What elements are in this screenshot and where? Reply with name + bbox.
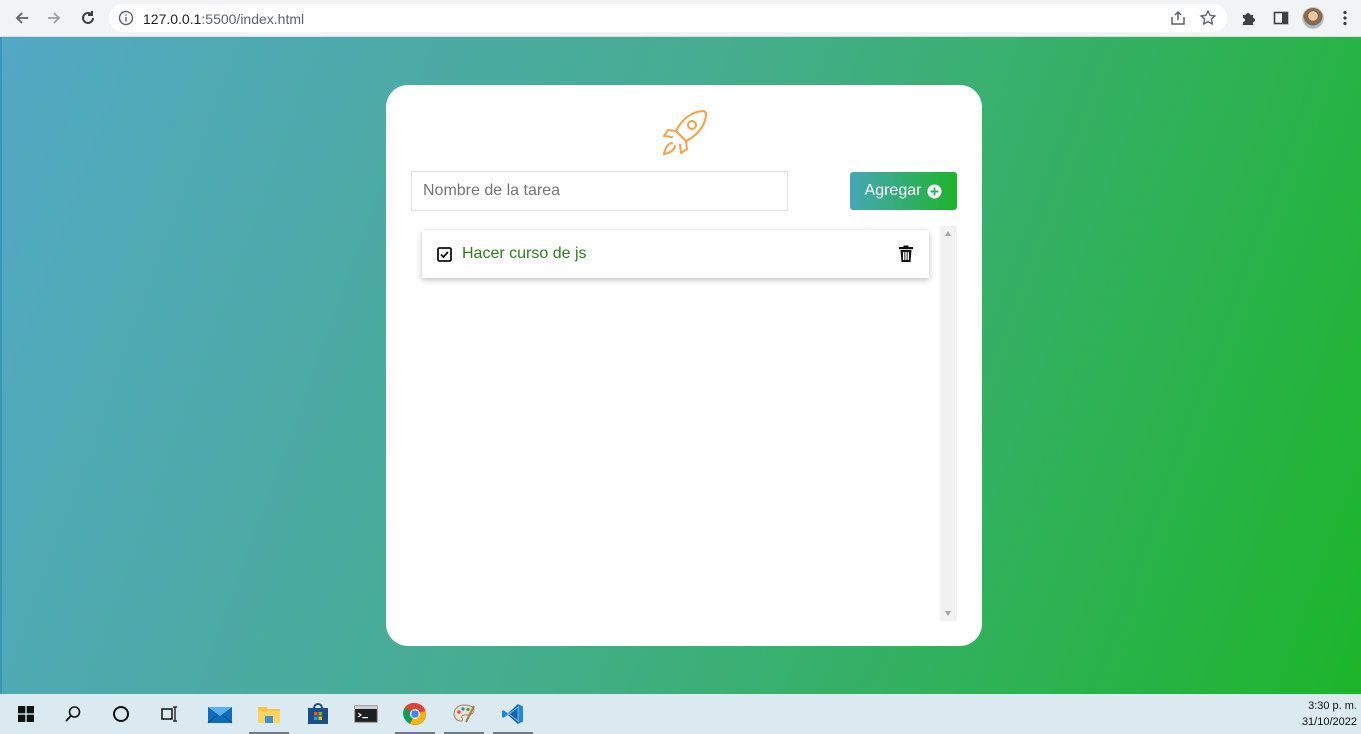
side-panel-icon bbox=[1273, 11, 1289, 25]
paint-palette-icon bbox=[453, 704, 475, 723]
forward-button[interactable] bbox=[42, 6, 66, 30]
url-path: :5500/index.html bbox=[201, 11, 305, 27]
reload-icon bbox=[82, 11, 94, 24]
search-button[interactable] bbox=[51, 694, 95, 734]
window-edge bbox=[0, 37, 2, 694]
profile-avatar[interactable] bbox=[1302, 7, 1324, 29]
menu-button[interactable] bbox=[1334, 7, 1356, 29]
side-panel-button[interactable] bbox=[1270, 7, 1292, 29]
task-name-input[interactable] bbox=[411, 171, 788, 211]
clock-time: 3:30 p. m. bbox=[1308, 700, 1357, 712]
search-icon bbox=[65, 706, 81, 722]
checkbox-checked-icon[interactable] bbox=[437, 247, 452, 262]
windows-logo-icon bbox=[18, 706, 34, 722]
scroll-up-arrow-icon[interactable] bbox=[945, 231, 951, 236]
url-host: 127.0.0.1 bbox=[143, 11, 202, 27]
start-button[interactable] bbox=[4, 694, 48, 734]
info-icon bbox=[118, 10, 134, 26]
task-list-scrollbar[interactable] bbox=[940, 226, 957, 621]
add-task-button[interactable]: Agregar bbox=[850, 172, 957, 210]
task-text: Hacer curso de js bbox=[462, 245, 587, 262]
share-icon[interactable] bbox=[1169, 9, 1187, 27]
plus-circle-icon bbox=[927, 183, 942, 199]
task-list: Hacer curso de js bbox=[412, 226, 958, 621]
chrome-logo-icon bbox=[403, 702, 426, 725]
vscode-app-button[interactable] bbox=[491, 694, 535, 734]
task-view-button[interactable] bbox=[147, 694, 191, 734]
bookmark-star-icon[interactable] bbox=[1199, 9, 1217, 27]
task-view-icon bbox=[161, 706, 177, 722]
windows-taskbar: 3:30 p. m. 31/10/2022 bbox=[0, 694, 1361, 734]
cortana-circle-icon bbox=[113, 706, 129, 722]
add-button-label: Agregar bbox=[864, 182, 922, 199]
folder-icon bbox=[258, 707, 280, 723]
browser-toolbar: 127.0.0.1:5500/index.html bbox=[0, 0, 1361, 37]
paint-app-button[interactable] bbox=[442, 694, 486, 734]
vscode-logo-icon bbox=[502, 704, 523, 724]
address-bar[interactable]: 127.0.0.1:5500/index.html bbox=[109, 4, 1227, 32]
todo-card: Agregar Hacer curso de js bbox=[386, 85, 982, 646]
back-button[interactable] bbox=[10, 6, 34, 30]
store-bag-icon bbox=[308, 703, 328, 724]
extensions-button[interactable] bbox=[1238, 7, 1260, 29]
mail-app-button[interactable] bbox=[198, 694, 242, 734]
arrow-left-icon bbox=[15, 12, 28, 24]
scroll-down-arrow-icon[interactable] bbox=[945, 611, 951, 616]
task-item: Hacer curso de js bbox=[422, 230, 929, 278]
terminal-app-button[interactable] bbox=[344, 694, 388, 734]
chrome-app-button[interactable] bbox=[393, 694, 437, 734]
rocket-icon bbox=[663, 110, 707, 155]
puzzle-icon bbox=[1243, 13, 1255, 25]
system-clock[interactable]: 3:30 p. m. 31/10/2022 bbox=[1302, 698, 1357, 730]
address-url: 127.0.0.1:5500/index.html bbox=[143, 11, 304, 27]
trash-icon[interactable] bbox=[898, 245, 914, 263]
kebab-menu-icon bbox=[1343, 10, 1347, 26]
clock-date: 31/10/2022 bbox=[1301, 716, 1357, 728]
page-background: Agregar Hacer curso de js bbox=[0, 37, 1361, 694]
arrow-right-icon bbox=[48, 12, 61, 24]
store-app-button[interactable] bbox=[296, 694, 340, 734]
mail-icon bbox=[207, 707, 233, 724]
file-explorer-button[interactable] bbox=[247, 694, 291, 734]
reload-button[interactable] bbox=[76, 6, 100, 30]
terminal-icon bbox=[354, 705, 378, 723]
cortana-button[interactable] bbox=[99, 694, 143, 734]
